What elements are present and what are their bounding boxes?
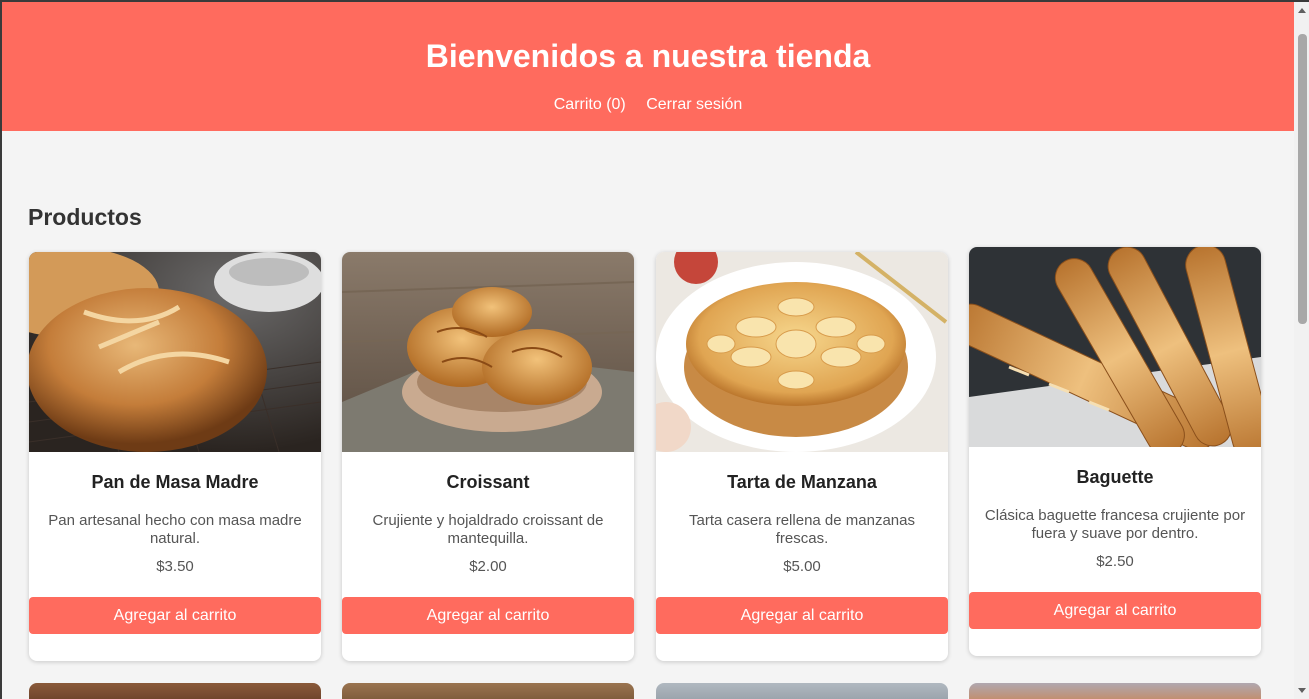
product-card: Tarta de Manzana Tarta casera rellena de… [656, 252, 948, 661]
vertical-scrollbar[interactable] [1294, 2, 1309, 699]
product-price: $3.50 [156, 558, 194, 575]
add-to-cart-button[interactable]: Agregar al carrito [969, 592, 1261, 629]
scrollbar-thumb[interactable] [1298, 34, 1307, 324]
products-heading: Productos [28, 204, 142, 230]
baguette-image [969, 247, 1261, 447]
product-description: Clásica baguette francesa crujiente por … [984, 507, 1246, 542]
product-card: Baguette Clásica baguette francesa cruji… [969, 247, 1261, 656]
product-card-partial [969, 683, 1261, 699]
header-nav: Carrito (0) Cerrar sesión [2, 96, 1294, 114]
product-name: Pan de Masa Madre [91, 472, 259, 492]
product-card: Pan de Masa Madre Pan artesanal hecho co… [29, 252, 321, 661]
site-header: Bienvenidos a nuestra tienda Carrito (0)… [2, 2, 1294, 131]
page-title: Bienvenidos a nuestra tienda [425, 38, 871, 74]
add-to-cart-button[interactable]: Agregar al carrito [29, 597, 321, 634]
croissant-image [342, 252, 634, 452]
product-name: Croissant [446, 472, 530, 492]
product-name: Tarta de Manzana [727, 472, 877, 492]
product-description: Crujiente y hojaldrado croissant de mant… [372, 512, 604, 547]
product-card: Croissant Crujiente y hojaldrado croissa… [342, 252, 634, 661]
scroll-up-arrow-icon[interactable] [1298, 8, 1306, 13]
product-price: $5.00 [783, 558, 821, 575]
logout-link[interactable]: Cerrar sesión [646, 96, 742, 114]
product-card-partial [342, 683, 634, 699]
product-price: $2.50 [1096, 553, 1134, 570]
product-card-partial [29, 683, 321, 699]
sourdough-bread-image [29, 252, 321, 452]
apple-tart-image [656, 252, 948, 452]
product-name: Baguette [1076, 467, 1154, 487]
product-card-partial [656, 683, 948, 699]
scroll-down-arrow-icon[interactable] [1298, 688, 1306, 693]
add-to-cart-button[interactable]: Agregar al carrito [656, 597, 948, 634]
cart-link[interactable]: Carrito (0) [554, 96, 626, 114]
product-description: Pan artesanal hecho con masa madre natur… [48, 512, 302, 547]
add-to-cart-button[interactable]: Agregar al carrito [342, 597, 634, 634]
product-price: $2.00 [469, 558, 507, 575]
product-description: Tarta casera rellena de manzanas frescas… [689, 512, 915, 547]
